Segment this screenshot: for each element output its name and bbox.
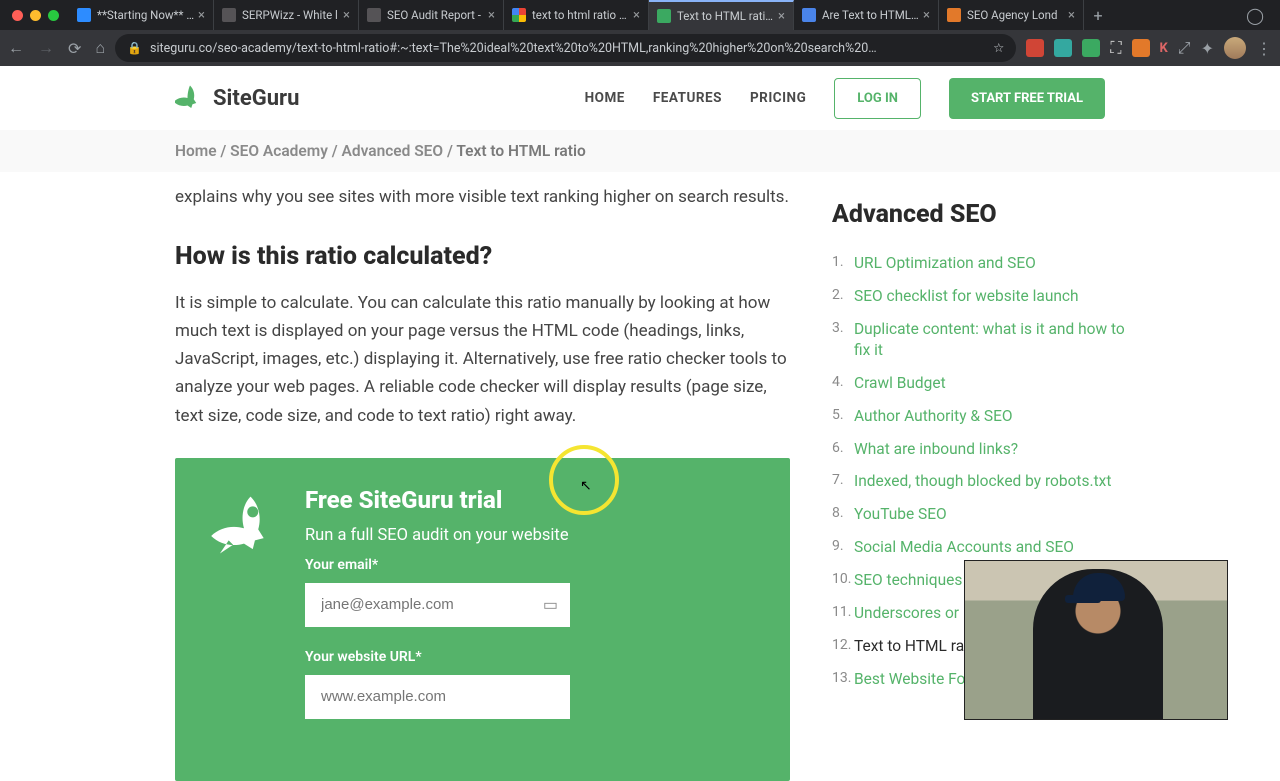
google-icon — [512, 8, 526, 22]
close-tab-icon[interactable]: × — [198, 8, 205, 23]
menu-icon[interactable]: ⋮ — [1256, 39, 1272, 58]
tab-starting-now[interactable]: **Starting Now** H × — [69, 0, 214, 30]
close-tab-icon[interactable]: × — [1068, 8, 1075, 23]
tab-title: Are Text to HTML R — [822, 8, 919, 22]
email-label: Your email* — [305, 557, 756, 573]
login-button[interactable]: LOG IN — [834, 78, 921, 119]
url-label: Your website URL* — [305, 649, 756, 665]
close-tab-icon[interactable]: × — [778, 9, 785, 24]
new-tab-button[interactable]: + — [1084, 6, 1112, 25]
window-user-icon[interactable]: ◯ — [1246, 6, 1274, 25]
article: explains why you see sites with more vis… — [175, 172, 790, 781]
tab-title: Text to HTML ratio: — [677, 9, 774, 23]
browser-chrome: **Starting Now** H× SERPWizz - White l× … — [0, 0, 1280, 66]
tab-bar: **Starting Now** H× SERPWizz - White l× … — [0, 0, 1280, 30]
extensions-menu-icon[interactable]: ✦ — [1201, 39, 1214, 58]
extension-icon[interactable]: K — [1160, 41, 1168, 56]
webcam-overlay — [964, 560, 1228, 720]
extension-icon[interactable] — [1082, 39, 1100, 57]
tab-seo-agency[interactable]: SEO Agency Lond × — [939, 0, 1084, 30]
url-text: siteguru.co/seo-academy/text-to-html-rat… — [150, 41, 985, 56]
breadcrumb-current: Text to HTML ratio — [456, 142, 585, 160]
breadcrumb-advanced[interactable]: Advanced SEO — [342, 142, 444, 160]
extension-icon[interactable] — [1054, 39, 1072, 57]
home-icon[interactable]: ⌂ — [95, 38, 105, 58]
tab-title: **Starting Now** H — [97, 8, 194, 22]
breadcrumb-home[interactable]: Home — [175, 142, 217, 160]
close-tab-icon[interactable]: × — [488, 8, 495, 23]
zoom-icon — [77, 8, 91, 22]
lock-icon: 🔒 — [127, 41, 142, 55]
close-tab-icon[interactable]: × — [633, 8, 640, 23]
window-controls[interactable] — [12, 10, 59, 21]
favicon — [222, 8, 236, 22]
logo-text: SiteGuru — [213, 86, 299, 111]
rocket-icon — [209, 490, 279, 741]
sidebar-item: YouTube SEO — [832, 498, 1132, 531]
favicon — [367, 8, 381, 22]
sidebar-title: Advanced SEO — [832, 200, 1132, 229]
tab-text-to-html[interactable]: Text to HTML ratio: × — [649, 0, 794, 30]
site-header: SiteGuru HOME FEATURES PRICING LOG IN ST… — [0, 66, 1280, 130]
sidebar-item: SEO checklist for website launch — [832, 280, 1132, 313]
main-nav: HOME FEATURES PRICING LOG IN START FREE … — [585, 78, 1105, 119]
sidebar-item: Crawl Budget — [832, 367, 1132, 400]
favicon — [802, 8, 816, 22]
breadcrumb-academy[interactable]: SEO Academy — [230, 142, 328, 160]
sidebar-item: Author Authority & SEO — [832, 400, 1132, 433]
start-trial-button[interactable]: START FREE TRIAL — [949, 78, 1105, 119]
nav-features[interactable]: FEATURES — [653, 90, 722, 106]
close-window-icon[interactable] — [12, 10, 23, 21]
email-input[interactable] — [305, 583, 570, 627]
breadcrumb: Home / SEO Academy / Advanced SEO / Text… — [0, 130, 1280, 172]
favicon — [947, 8, 961, 22]
url-input[interactable]: 🔒 siteguru.co/seo-academy/text-to-html-r… — [115, 34, 1016, 62]
section-heading: How is this ratio calculated? — [175, 242, 790, 271]
address-bar: ← → ⟳ ⌂ 🔒 siteguru.co/seo-academy/text-t… — [0, 30, 1280, 66]
sidebar-item: What are inbound links? — [832, 433, 1132, 466]
nav-pricing[interactable]: PRICING — [750, 90, 806, 106]
close-tab-icon[interactable]: × — [343, 8, 350, 23]
tab-title: SEO Audit Report - — [387, 8, 484, 22]
website-url-input[interactable] — [305, 675, 570, 719]
lead-paragraph: explains why you see sites with more vis… — [175, 184, 790, 210]
body-paragraph: It is simple to calculate. You can calcu… — [175, 289, 790, 429]
sidebar-item: Duplicate content: what is it and how to… — [832, 313, 1132, 367]
siteguru-icon — [657, 9, 671, 23]
reload-icon[interactable]: ⟳ — [68, 39, 81, 58]
maximize-window-icon[interactable] — [48, 10, 59, 21]
rocket-icon — [175, 83, 205, 113]
cta-subtitle: Run a full SEO audit on your website — [305, 526, 756, 545]
tab-serpwizz[interactable]: SERPWizz - White l × — [214, 0, 359, 30]
bookmark-icon[interactable]: ☆ — [993, 40, 1004, 56]
extension-icon[interactable] — [1132, 39, 1150, 57]
nav-home[interactable]: HOME — [585, 90, 625, 106]
cta-body: Free SiteGuru trial Run a full SEO audit… — [305, 486, 756, 741]
extension-icon[interactable]: ⛶ — [1110, 38, 1121, 58]
tab-are-text-to-html[interactable]: Are Text to HTML R × — [794, 0, 939, 30]
tab-title: text to html ratio se — [532, 8, 629, 22]
profile-avatar[interactable] — [1224, 37, 1246, 59]
cta-title: Free SiteGuru trial — [305, 486, 756, 514]
back-icon[interactable]: ← — [8, 38, 24, 58]
tab-title: SERPWizz - White l — [242, 8, 339, 22]
tab-google-search[interactable]: text to html ratio se × — [504, 0, 649, 30]
sidebar-item: URL Optimization and SEO — [832, 247, 1132, 280]
forward-icon[interactable]: → — [38, 38, 54, 58]
extension-icon[interactable] — [1026, 39, 1044, 57]
trial-cta: Free SiteGuru trial Run a full SEO audit… — [175, 458, 790, 781]
extension-icons: ⛶ K ⤢ ✦ ⋮ — [1026, 37, 1272, 59]
extension-icon[interactable]: ⤢ — [1178, 38, 1191, 58]
close-tab-icon[interactable]: × — [923, 8, 930, 23]
contact-card-icon[interactable]: ▭ — [543, 595, 558, 614]
minimize-window-icon[interactable] — [30, 10, 41, 21]
logo[interactable]: SiteGuru — [175, 83, 299, 113]
tab-title: SEO Agency Lond — [967, 8, 1064, 22]
tab-seo-audit[interactable]: SEO Audit Report - × — [359, 0, 504, 30]
sidebar-item: Indexed, though blocked by robots.txt — [832, 465, 1132, 498]
